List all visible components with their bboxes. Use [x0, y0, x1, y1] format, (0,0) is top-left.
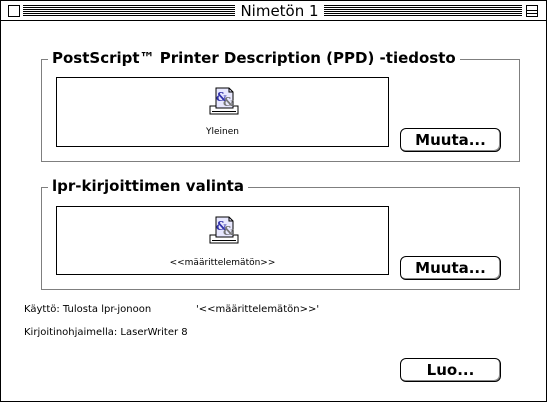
lpr-group-title: lpr-kirjoittimen valinta: [48, 177, 248, 195]
zoom-box-icon[interactable]: [526, 5, 538, 17]
window: Nimetön 1 PostScript™ Printer Descriptio…: [0, 0, 547, 402]
title-stripes-right: [324, 5, 522, 16]
usage-text: Käyttö: Tulosta lpr-jonoon: [24, 304, 152, 315]
create-button[interactable]: Luo...: [400, 358, 501, 382]
title-stripes-left: [23, 5, 235, 16]
driver-text: Kirjoitinohjaimella: LaserWriter 8: [24, 327, 188, 338]
title-bar[interactable]: Nimetön 1: [1, 1, 546, 21]
window-title: Nimetön 1: [235, 2, 324, 20]
close-box-icon[interactable]: [8, 5, 20, 17]
printer-document-icon: & &: [209, 216, 239, 244]
ppd-group-title: PostScript™ Printer Description (PPD) -t…: [48, 49, 460, 67]
ppd-icon-caption: Yleinen: [206, 127, 239, 137]
ppd-change-button[interactable]: Muuta...: [400, 128, 501, 152]
svg-text:&: &: [223, 95, 234, 109]
ppd-icon-box: & & Yleinen: [56, 77, 389, 147]
printer-document-icon: & &: [209, 87, 239, 115]
usage-queue: '<<määrittelemätön>>': [196, 304, 320, 315]
lpr-icon-caption: <<määrittelemätön>>: [169, 258, 276, 268]
lpr-change-button[interactable]: Muuta...: [400, 256, 501, 280]
lpr-icon-box: & & <<määrittelemätön>>: [56, 206, 389, 275]
svg-text:&: &: [223, 224, 234, 238]
